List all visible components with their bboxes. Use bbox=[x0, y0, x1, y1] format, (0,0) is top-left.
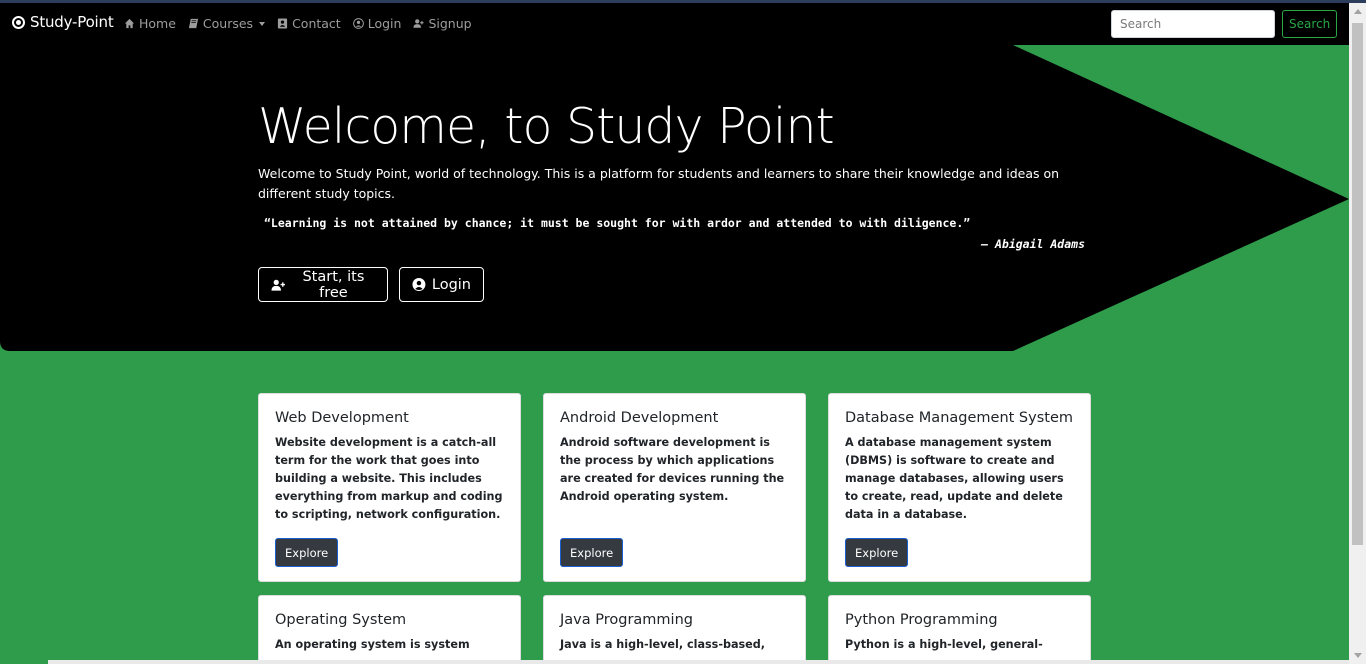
brand-logo[interactable]: Study-Point bbox=[12, 13, 114, 31]
scrollbar-thumb[interactable] bbox=[1352, 23, 1363, 545]
hero-quote-author: – Abigail Adams bbox=[981, 237, 1085, 251]
start-free-button[interactable]: Start, its free bbox=[258, 267, 388, 302]
home-icon bbox=[124, 18, 135, 29]
card-text: Java is a high-level, class-based, bbox=[560, 638, 766, 651]
card-title: Web Development bbox=[275, 410, 409, 426]
nav-courses-label: Courses bbox=[202, 16, 254, 31]
card-text: Python is a high-level, general- bbox=[845, 638, 1043, 651]
card-text: Website development is a catch-all term … bbox=[275, 436, 503, 521]
explore-button[interactable]: Explore bbox=[845, 538, 909, 567]
horizontal-scrollbar[interactable] bbox=[48, 660, 1349, 664]
hero-title: Welcome, to Study Point bbox=[258, 98, 835, 155]
nav-login[interactable]: Login bbox=[352, 16, 402, 31]
nav-links: Home Courses Contact Login Signup bbox=[124, 16, 472, 31]
scroll-up-icon[interactable] bbox=[1354, 9, 1362, 14]
explore-button[interactable]: Explore bbox=[560, 538, 624, 567]
user-circle-icon bbox=[412, 278, 426, 291]
card-title: Database Management System bbox=[845, 410, 1073, 426]
user-plus-icon bbox=[271, 279, 285, 291]
card-title: Operating System bbox=[275, 612, 407, 628]
page-scrollbar[interactable] bbox=[1349, 3, 1366, 664]
card-text: Android software development is the proc… bbox=[560, 436, 785, 503]
brand-name: Study-Point bbox=[30, 13, 114, 31]
chevron-down-icon bbox=[259, 21, 266, 26]
course-card-dbms: Database Management System A database ma… bbox=[828, 393, 1091, 582]
course-card-java-programming: Java Programming Java is a high-level, c… bbox=[543, 595, 806, 664]
course-card-web-development: Web Development Website development is a… bbox=[258, 393, 521, 582]
nav-signup-label: Signup bbox=[428, 16, 472, 31]
card-title: Java Programming bbox=[560, 612, 693, 628]
card-text: An operating system is system bbox=[275, 638, 470, 651]
card-title: Android Development bbox=[560, 410, 719, 426]
nav-signup[interactable]: Signup bbox=[413, 16, 472, 31]
card-title: Python Programming bbox=[845, 612, 998, 628]
course-card-operating-system: Operating System An operating system is … bbox=[258, 595, 521, 664]
nav-login-label: Login bbox=[367, 16, 402, 31]
user-plus-icon bbox=[413, 19, 425, 28]
course-card-python-programming: Python Programming Python is a high-leve… bbox=[828, 595, 1091, 664]
user-circle-icon bbox=[352, 18, 364, 29]
scroll-down-icon[interactable] bbox=[1354, 653, 1362, 658]
hero-quote: “Learning is not attained by chance; it … bbox=[264, 216, 971, 230]
nav-contact[interactable]: Contact bbox=[277, 16, 341, 31]
navbar: Study-Point Home Courses Contact Login S… bbox=[0, 3, 1349, 45]
hero-description: Welcome to Study Point, world of technol… bbox=[258, 166, 1060, 201]
start-free-label: Start, its free bbox=[302, 268, 365, 301]
nav-home-label: Home bbox=[139, 16, 176, 31]
contact-card-icon bbox=[277, 18, 288, 29]
course-card-android-development: Android Development Android software dev… bbox=[543, 393, 806, 582]
search-button[interactable]: Search bbox=[1282, 10, 1337, 38]
nav-contact-label: Contact bbox=[292, 16, 341, 31]
nav-courses-dropdown[interactable]: Courses bbox=[188, 16, 266, 31]
book-icon bbox=[188, 18, 199, 29]
explore-button[interactable]: Explore bbox=[275, 538, 339, 567]
hero-login-label: Login bbox=[431, 276, 471, 293]
card-text: A database management system (DBMS) is s… bbox=[845, 436, 1064, 521]
nav-home[interactable]: Home bbox=[124, 16, 176, 31]
search-input[interactable] bbox=[1111, 10, 1275, 38]
hero-login-button[interactable]: Login bbox=[399, 267, 484, 302]
brand-dot-icon bbox=[12, 15, 25, 29]
